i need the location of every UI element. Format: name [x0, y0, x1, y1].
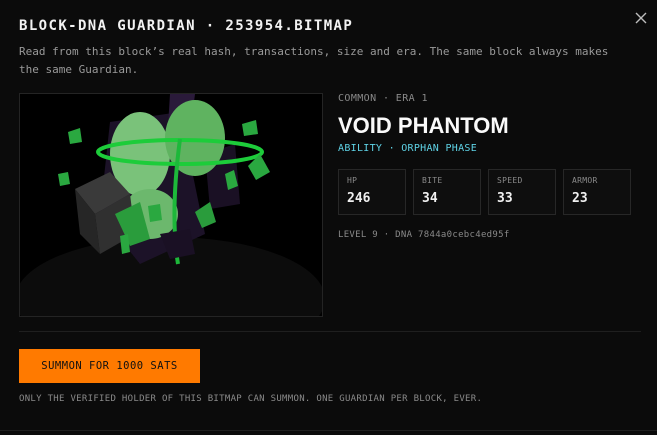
- guardian-modal: BLOCK-DNA GUARDIAN · 253954.BITMAP Read …: [0, 0, 657, 435]
- guardian-info: COMMON · ERA 1 VOID PHANTOM ABILITY · OR…: [338, 93, 643, 240]
- summon-footnote: ONLY THE VERIFIED HOLDER OF THIS BITMAP …: [19, 394, 483, 404]
- divider: [0, 430, 657, 431]
- guardian-render: [19, 93, 323, 317]
- stat-value: 33: [497, 191, 513, 206]
- stat-label: HP: [347, 176, 358, 185]
- guardian-name: VOID PHANTOM: [338, 113, 509, 138]
- stat-value: 23: [572, 191, 588, 206]
- rarity-era: COMMON · ERA 1: [338, 93, 428, 104]
- level-dna: LEVEL 9 · DNA 7844a0cebc4ed95f: [338, 230, 510, 240]
- stat-bite: BITE 34: [413, 169, 481, 215]
- guardian-ability: ABILITY · ORPHAN PHASE: [338, 143, 478, 154]
- stat-hp: HP 246: [338, 169, 406, 215]
- modal-description: Read from this block’s real hash, transa…: [19, 45, 609, 76]
- modal-title: BLOCK-DNA GUARDIAN · 253954.BITMAP: [19, 18, 354, 34]
- stat-armor: ARMOR 23: [563, 169, 631, 215]
- stat-value: 34: [422, 191, 438, 206]
- stats-row: HP 246 BITE 34 SPEED 33 ARMOR 23: [338, 169, 643, 215]
- stat-value: 246: [347, 191, 371, 206]
- stat-label: BITE: [422, 176, 443, 185]
- stat-label: SPEED: [497, 176, 523, 185]
- close-button[interactable]: [632, 9, 650, 27]
- stat-label: ARMOR: [572, 176, 598, 185]
- close-icon: [635, 12, 647, 24]
- stat-speed: SPEED 33: [488, 169, 556, 215]
- summon-button[interactable]: SUMMON FOR 1000 SATS: [19, 349, 200, 383]
- divider: [19, 331, 641, 332]
